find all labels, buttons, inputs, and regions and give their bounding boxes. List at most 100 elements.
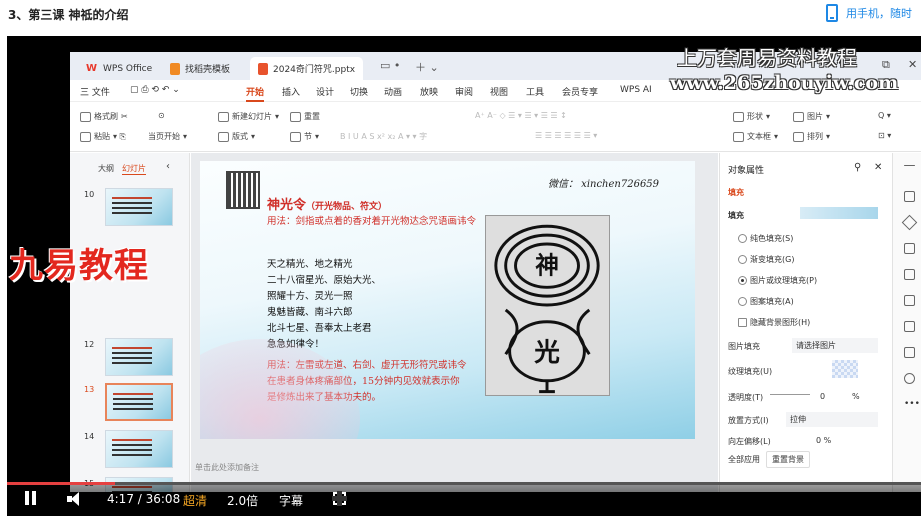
collapse-panel-icon[interactable]: ‹: [166, 161, 170, 172]
close-window-icon[interactable]: ✕: [908, 58, 917, 71]
help-icon[interactable]: [904, 373, 915, 384]
phone-icon: [826, 4, 838, 22]
new-slide-icon: [218, 111, 229, 122]
panel-icon[interactable]: [904, 321, 915, 332]
menu-transition[interactable]: 切换: [350, 85, 368, 98]
paragraph-buttons[interactable]: ☰ ☰ ☰ ☰ ☰ ☰ ▾: [535, 131, 597, 140]
placement-select[interactable]: 拉伸: [786, 412, 878, 427]
label: 渐变填充(G): [750, 255, 795, 264]
slide-canvas[interactable]: 微信： xinchen726659 神光令（开光物品、符文） 用法：剑指或点着的…: [200, 161, 695, 439]
slide-number: 12: [84, 340, 95, 349]
tab-menu-icon[interactable]: ▭ •: [380, 59, 400, 72]
talisman-image[interactable]: 神 光: [485, 215, 610, 396]
checkbox-hide-background[interactable]: 隐藏背景图形(H): [738, 317, 810, 328]
picture-icon: [793, 111, 804, 122]
reset-background-button[interactable]: 重置背景: [766, 451, 810, 468]
radio-solid-fill[interactable]: 纯色填充(S): [738, 233, 793, 244]
menu-quick-icons[interactable]: ▢ ⎙ ⟲ ↶ ⌄: [130, 85, 180, 95]
font-size-buttons[interactable]: A⁺ A⁻ ◇ ☰ ▾ ☰ ▾ ☰ ☰ ↕: [475, 111, 567, 120]
menu-member[interactable]: 会员专享: [562, 85, 598, 98]
label: 重置: [304, 112, 320, 121]
quality-button[interactable]: 超清: [183, 492, 207, 509]
slide-thumbnail-selected[interactable]: 13: [70, 383, 190, 425]
menu-file[interactable]: 三 文件: [80, 85, 110, 98]
share-icon[interactable]: [904, 347, 915, 358]
play-from-current-icon[interactable]: ⊙: [158, 111, 165, 120]
tab-pptx-document[interactable]: 2024奇门符咒.pptx: [250, 57, 364, 80]
radio-pattern-fill[interactable]: 图案填充(A): [738, 296, 794, 307]
minus-icon[interactable]: [904, 165, 915, 166]
pause-icon[interactable]: [25, 491, 37, 505]
menu-insert[interactable]: 插入: [282, 85, 300, 98]
fullscreen-icon[interactable]: [332, 491, 347, 506]
progress-bar[interactable]: [7, 482, 921, 485]
menu-wps-ai[interactable]: WPS AI: [620, 85, 652, 95]
adjust-icon[interactable]: [904, 191, 915, 202]
magic-icon[interactable]: [904, 295, 915, 306]
time-display: 4:17 / 36:08: [107, 492, 181, 506]
tab-outline[interactable]: 大纲: [98, 163, 114, 174]
video-player[interactable]: W WPS Office 找稻壳模板 2024奇门符咒.pptx ▭ • ＋ ⌄…: [7, 36, 921, 516]
copy-icon[interactable]: [904, 243, 915, 254]
menu-home[interactable]: 开始: [246, 85, 265, 102]
menu-review[interactable]: 审阅: [455, 85, 473, 98]
apply-all-button[interactable]: 全部应用: [728, 454, 760, 465]
layers-icon[interactable]: [904, 269, 915, 280]
new-tab-icon[interactable]: ＋ ⌄: [415, 59, 439, 75]
arrange-button[interactable]: 排列 ▾: [793, 131, 830, 142]
offset-value[interactable]: 0 %: [816, 436, 831, 445]
tab-slides[interactable]: 幻灯片: [122, 163, 146, 175]
menu-design[interactable]: 设计: [316, 85, 334, 98]
more-icon[interactable]: •••: [904, 399, 920, 410]
tab-fill[interactable]: 填充: [728, 187, 744, 198]
more-tools-icon[interactable]: ⊡ ▾: [878, 131, 891, 140]
panel-title[interactable]: 对象属性: [728, 163, 764, 176]
pin-icon[interactable]: ⚲: [854, 162, 861, 173]
format-painter-icon: [80, 111, 91, 122]
mobile-link[interactable]: 用手机，随时: [826, 4, 912, 22]
tab-docer-templates[interactable]: 找稻壳模板: [162, 57, 238, 80]
restore-icon[interactable]: ⧉: [882, 58, 890, 72]
menu-view[interactable]: 视图: [490, 85, 508, 98]
paste-button[interactable]: 粘贴 ▾ ⎘: [80, 131, 126, 142]
from-current-button[interactable]: 当页开始 ▾: [148, 131, 187, 142]
star-icon[interactable]: [901, 214, 918, 231]
incantation-line: 鬼魅皆藏、南斗六郎: [267, 307, 353, 318]
arrange-icon: [793, 131, 804, 142]
slide-thumbnail[interactable]: 10: [70, 188, 190, 230]
format-painter-button[interactable]: 格式刷 ✂: [80, 111, 128, 122]
watermark-url: www.265zhouyiw.com: [670, 72, 899, 94]
layout-button[interactable]: 版式 ▾: [218, 131, 255, 142]
radio-picture-fill[interactable]: 图片或纹理填充(P): [738, 275, 817, 286]
section-button[interactable]: 节 ▾: [290, 131, 319, 142]
shape-button[interactable]: 形状 ▾: [733, 111, 770, 122]
textbox-button[interactable]: 文本框 ▾: [733, 131, 778, 142]
radio-gradient-fill[interactable]: 渐变填充(G): [738, 254, 794, 265]
notes-placeholder[interactable]: 单击此处添加备注: [191, 458, 718, 478]
menu-animation[interactable]: 动画: [384, 85, 402, 98]
transparency-slider[interactable]: [770, 387, 810, 395]
slide-thumbnail[interactable]: 12: [70, 338, 190, 380]
title-subtext: （开光物品、符文）: [306, 202, 388, 212]
texture-swatch[interactable]: [832, 360, 858, 378]
title-text: 神光令: [267, 198, 307, 213]
menu-slideshow[interactable]: 放映: [420, 85, 438, 98]
reset-button[interactable]: 重置: [290, 111, 320, 122]
picture-fill-select[interactable]: 请选择图片: [792, 338, 878, 353]
offset-label: 向左偏移(L): [728, 437, 771, 446]
font-style-buttons[interactable]: B I U A S x² x₂ A ▾ ▾ 字: [340, 131, 427, 142]
new-slide-button[interactable]: 新建幻灯片 ▾: [218, 111, 279, 122]
volume-icon[interactable]: [67, 492, 87, 506]
speed-button[interactable]: 2.0倍: [227, 492, 258, 509]
search-icon[interactable]: Q ▾: [878, 111, 891, 120]
fill-section-label[interactable]: 填充: [728, 210, 744, 221]
subtitle-button[interactable]: 字幕: [279, 492, 303, 509]
picture-button[interactable]: 图片 ▾: [793, 111, 830, 122]
tab-wps-office[interactable]: W WPS Office: [78, 57, 160, 80]
wechat-id: 微信： xinchen726659: [548, 179, 660, 190]
close-panel-icon[interactable]: ✕: [874, 162, 882, 173]
transparency-value[interactable]: 0: [820, 392, 825, 401]
slide-thumbnail[interactable]: 14: [70, 430, 190, 472]
menu-tools[interactable]: 工具: [526, 85, 544, 98]
fill-preview-dropdown[interactable]: [800, 207, 878, 219]
